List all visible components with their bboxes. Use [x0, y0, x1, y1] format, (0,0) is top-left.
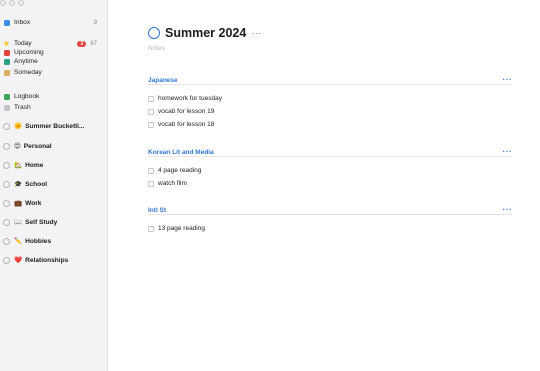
project-emoji: ❤️ [14, 257, 23, 264]
project-progress-icon [3, 161, 10, 169]
project-label: Work [25, 199, 42, 207]
page-title[interactable]: Summer 2024 [165, 26, 246, 40]
project-emoji: 🌞 [14, 123, 23, 130]
sidebar-item-today[interactable]: ★ Today 3 67 [3, 39, 97, 48]
app-window: Inbox 9 ★ Today 3 67 Upcoming Anytime So… [0, 0, 540, 371]
heading-more-button[interactable]: ··· [503, 76, 513, 84]
sidebar-item-label: Anytime [14, 58, 38, 65]
task-item[interactable]: 4 page reading [148, 166, 201, 175]
today-count: 67 [90, 40, 97, 47]
task-item[interactable]: 13 page reading [148, 224, 205, 233]
task-title: vocab for lesson 18 [158, 121, 215, 128]
project-emoji: 📖 [14, 219, 23, 226]
project-label: School [25, 180, 48, 188]
sidebar-project[interactable]: ✏️ Hobbies [3, 236, 101, 246]
sidebar-item-trash[interactable]: Trash [3, 103, 97, 112]
heading-label: Intl St [148, 206, 167, 214]
task-title: homework for tuesday [158, 95, 222, 102]
sidebar-item-upcoming[interactable]: Upcoming [3, 48, 97, 57]
sidebar-item-anytime[interactable]: Anytime [3, 57, 97, 66]
project-label: Hobbies [25, 237, 52, 245]
project-progress-icon [3, 256, 10, 264]
window-controls [0, 0, 24, 6]
sidebar: Inbox 9 ★ Today 3 67 Upcoming Anytime So… [0, 0, 108, 371]
archive-box-icon [3, 69, 10, 76]
sidebar-project[interactable]: 😊 Personal [3, 141, 101, 151]
sidebar-project[interactable]: 🎓 School [3, 179, 101, 189]
inbox-icon [3, 19, 10, 26]
project-progress-icon [3, 180, 10, 188]
project-label: Self Study [25, 218, 58, 226]
project-emoji: 💼 [14, 200, 23, 207]
task-item[interactable]: vocab for lesson 18 [148, 120, 214, 129]
sidebar-item-label: Logbook [14, 93, 40, 100]
project-header: Summer 2024 ··· [148, 26, 262, 40]
today-badge: 3 [77, 40, 87, 47]
sidebar-project[interactable]: ❤️ Relationships [3, 255, 101, 265]
heading-more-button[interactable]: ··· [503, 206, 513, 214]
logbook-icon [3, 93, 10, 100]
task-checkbox[interactable] [148, 121, 154, 128]
project-label: Home [25, 161, 44, 169]
task-checkbox[interactable] [148, 180, 154, 187]
notes-field[interactable]: Notes [148, 45, 165, 52]
task-title: 13 page reading [158, 225, 205, 232]
project-progress-icon [3, 237, 10, 245]
project-label: Personal [23, 142, 52, 150]
task-item[interactable]: homework for tuesday [148, 94, 222, 103]
star-icon: ★ [2, 39, 11, 48]
sidebar-project[interactable]: 🏡 Home [3, 160, 101, 170]
project-progress-icon [3, 122, 10, 130]
project-emoji: 😊 [14, 143, 21, 150]
project-progress-icon [3, 218, 10, 226]
sidebar-item-label: Someday [14, 69, 42, 76]
zoom-window-button[interactable] [18, 0, 24, 6]
sidebar-item-someday[interactable]: Someday [3, 68, 97, 77]
task-item[interactable]: vocab for lesson 19 [148, 107, 214, 116]
heading-more-button[interactable]: ··· [503, 148, 513, 156]
heading-intl-st[interactable]: Intl St ··· [148, 206, 512, 215]
minimize-window-button[interactable] [9, 0, 15, 6]
sidebar-item-label: Today [14, 40, 32, 47]
sidebar-project[interactable]: 📖 Self Study [3, 217, 101, 227]
sidebar-item-label: Inbox [14, 19, 31, 26]
project-label: Relationships [25, 256, 69, 264]
sidebar-project[interactable]: 🌞 Summer Bucketli... [3, 121, 101, 131]
calendar-icon [3, 49, 10, 56]
layers-icon [3, 58, 10, 65]
sidebar-project[interactable]: 💼 Work [3, 198, 101, 208]
heading-label: Japanese [148, 76, 178, 84]
project-progress-icon [3, 142, 10, 150]
sidebar-item-label: Upcoming [14, 49, 44, 56]
task-checkbox[interactable] [148, 95, 154, 102]
task-item[interactable]: watch film [148, 179, 187, 188]
heading-korean-lit[interactable]: Korean Lit and Media ··· [148, 148, 512, 157]
task-title: watch film [158, 180, 187, 187]
sidebar-item-inbox[interactable]: Inbox 9 [3, 18, 97, 27]
task-checkbox[interactable] [148, 225, 154, 232]
trash-icon [3, 104, 10, 111]
main-content: Summer 2024 ··· Notes Japanese ··· homew… [108, 0, 540, 371]
task-checkbox[interactable] [148, 167, 154, 174]
close-window-button[interactable] [0, 0, 6, 6]
project-label: Summer Bucketli... [25, 122, 85, 130]
project-progress-icon[interactable] [148, 27, 160, 39]
heading-japanese[interactable]: Japanese ··· [148, 76, 512, 85]
project-emoji: ✏️ [14, 238, 23, 245]
inbox-count: 9 [93, 19, 97, 26]
sidebar-item-label: Trash [14, 104, 31, 111]
task-title: vocab for lesson 19 [158, 108, 215, 115]
project-progress-icon [3, 199, 10, 207]
task-checkbox[interactable] [148, 108, 154, 115]
heading-label: Korean Lit and Media [148, 148, 214, 156]
project-emoji: 🎓 [14, 181, 23, 188]
project-more-button[interactable]: ··· [251, 28, 262, 38]
sidebar-item-logbook[interactable]: Logbook [3, 92, 97, 101]
project-emoji: 🏡 [14, 162, 23, 169]
task-title: 4 page reading [158, 167, 202, 174]
